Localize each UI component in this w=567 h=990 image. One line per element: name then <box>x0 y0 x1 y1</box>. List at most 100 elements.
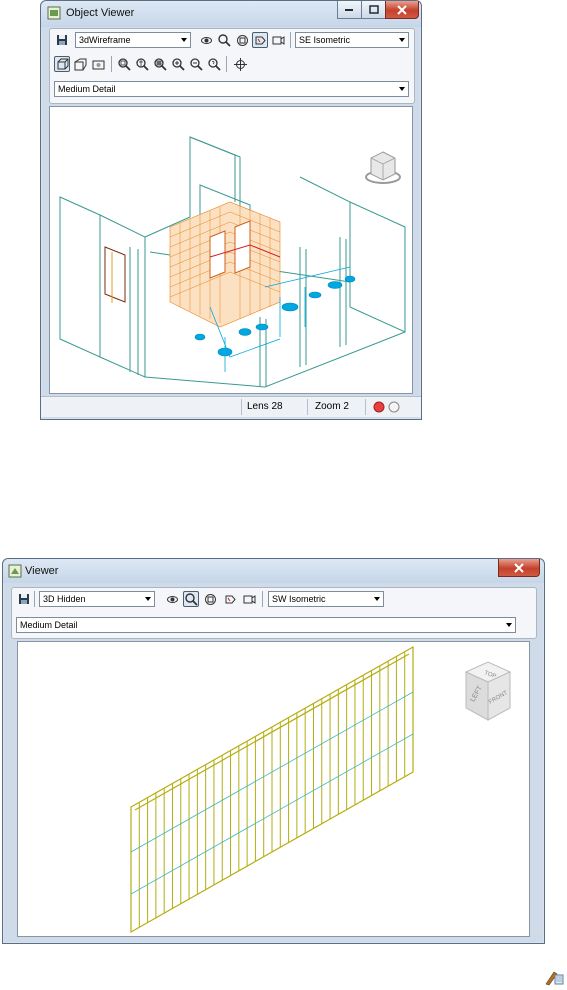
save-icon <box>19 594 29 604</box>
zoom-realtime-button[interactable] <box>134 56 150 72</box>
zoom-readout: Zoom 2 <box>315 401 349 412</box>
perspective-icon <box>74 58 86 70</box>
record-icon[interactable] <box>373 401 385 413</box>
zoom-extents-icon <box>236 34 248 46</box>
detail-level-value: Medium Detail <box>20 620 78 630</box>
object-viewer-viewport[interactable] <box>49 106 413 394</box>
zoom-previous-icon <box>207 57 221 71</box>
door <box>104 246 126 303</box>
viewer-window: Viewer 3D Hidden SW Isometric Medium Det… <box>2 558 545 944</box>
zoom-all-button[interactable] <box>152 56 168 72</box>
chevron-down-icon <box>399 38 405 42</box>
chevron-down-icon <box>399 87 405 91</box>
save-button[interactable] <box>16 591 32 607</box>
object-viewer-title: Object Viewer <box>66 7 135 19</box>
minimize-icon <box>345 8 353 11</box>
chevron-down-icon <box>374 597 380 601</box>
close-button[interactable] <box>498 559 540 577</box>
toolbar-separator <box>262 591 263 607</box>
zoom-in-icon <box>171 57 185 71</box>
status-divider <box>365 399 366 415</box>
save-button[interactable] <box>54 32 70 48</box>
visual-style-select[interactable]: 3dWireframe <box>75 32 191 48</box>
edit-in-viewer-icon[interactable] <box>544 966 564 986</box>
render-icon <box>92 60 104 69</box>
zoom-all-icon <box>153 57 167 71</box>
detail-level-value: Medium Detail <box>58 84 116 94</box>
visual-style-value: 3dWireframe <box>79 35 131 45</box>
zoom-out-icon <box>189 57 203 71</box>
viewer-titlebar[interactable]: Viewer <box>3 559 544 583</box>
zoom-out-button[interactable] <box>188 56 204 72</box>
camera-button[interactable] <box>270 32 286 48</box>
toolbar-separator <box>226 56 227 72</box>
stop-icon[interactable] <box>388 401 400 413</box>
close-button[interactable] <box>385 1 419 19</box>
ortho-button[interactable] <box>54 56 70 72</box>
toolbar-separator <box>34 591 35 607</box>
detail-level-select[interactable]: Medium Detail <box>54 81 409 97</box>
chevron-down-icon <box>506 623 512 627</box>
minimize-button[interactable] <box>337 1 362 19</box>
chevron-down-icon <box>145 597 151 601</box>
zoom-extents-icon <box>204 593 216 605</box>
chevron-down-icon <box>181 38 187 42</box>
lens-icon <box>225 595 236 603</box>
perspective-button[interactable] <box>72 56 88 72</box>
viewer-app-icon <box>8 564 22 578</box>
view-direction-value: SE Isometric <box>299 35 351 45</box>
zoom-button[interactable] <box>183 591 199 607</box>
view-direction-value: SW Isometric <box>272 594 326 604</box>
view-direction-select[interactable]: SE Isometric <box>295 32 409 48</box>
viewer-title: Viewer <box>25 565 59 577</box>
zoom-icon <box>217 33 231 47</box>
maximize-icon <box>368 5 379 14</box>
viewcube[interactable]: TOP LEFT FRONT <box>464 661 512 721</box>
detail-level-select[interactable]: Medium Detail <box>16 617 516 633</box>
object-viewer-toolbar: 3dWireframe SE Isometric Medium Detail <box>49 28 415 104</box>
lens-readout: Lens 28 <box>247 401 283 412</box>
toolbar-separator <box>290 32 291 48</box>
pan-icon <box>233 57 247 71</box>
zoom-button[interactable] <box>216 32 232 48</box>
zoom-realtime-icon <box>135 57 149 71</box>
lens-button[interactable] <box>222 591 238 607</box>
zoom-extents-button[interactable] <box>202 591 218 607</box>
lens-icon <box>255 36 266 44</box>
visual-style-value: 3D Hidden <box>43 594 86 604</box>
zoom-window-button[interactable] <box>116 56 132 72</box>
viewer-toolbar: 3D Hidden SW Isometric Medium Detail <box>11 587 537 639</box>
camera-button[interactable] <box>241 591 257 607</box>
viewcube[interactable] <box>365 151 401 184</box>
zoom-in-button[interactable] <box>170 56 186 72</box>
zoom-previous-button[interactable] <box>206 56 222 72</box>
object-viewer-titlebar[interactable]: Object Viewer <box>41 1 421 27</box>
object-viewer-app-icon <box>47 6 61 20</box>
orbit-icon <box>200 36 212 44</box>
orbit-button[interactable] <box>198 32 214 48</box>
close-icon <box>397 4 407 15</box>
toolbar-separator <box>111 56 112 72</box>
visual-style-select[interactable]: 3D Hidden <box>39 591 155 607</box>
maximize-button[interactable] <box>361 1 386 19</box>
render-button[interactable] <box>90 56 106 72</box>
ortho-icon <box>57 58 68 69</box>
curtain-wall-mullions <box>130 647 414 932</box>
zoom-extents-button[interactable] <box>234 32 250 48</box>
orbit-button[interactable] <box>164 591 180 607</box>
building-3d-model <box>59 136 406 388</box>
orbit-icon <box>166 595 178 603</box>
pan-button[interactable] <box>232 56 248 72</box>
camera-icon <box>243 594 255 604</box>
zoom-icon <box>184 592 198 606</box>
close-icon <box>514 562 524 573</box>
object-viewer-window: Object Viewer 3dWireframe SE Isometric M… <box>40 0 422 420</box>
viewer-viewport[interactable]: TOP LEFT FRONT <box>17 641 530 937</box>
save-icon <box>57 35 67 45</box>
lens-button[interactable] <box>252 32 268 48</box>
curtain-wall-model: TOP LEFT FRONT <box>130 645 512 934</box>
object-viewer-status-bar: Lens 28 Zoom 2 <box>41 396 421 417</box>
view-direction-select[interactable]: SW Isometric <box>268 591 384 607</box>
camera-icon <box>272 35 284 45</box>
zoom-window-icon <box>117 57 131 71</box>
